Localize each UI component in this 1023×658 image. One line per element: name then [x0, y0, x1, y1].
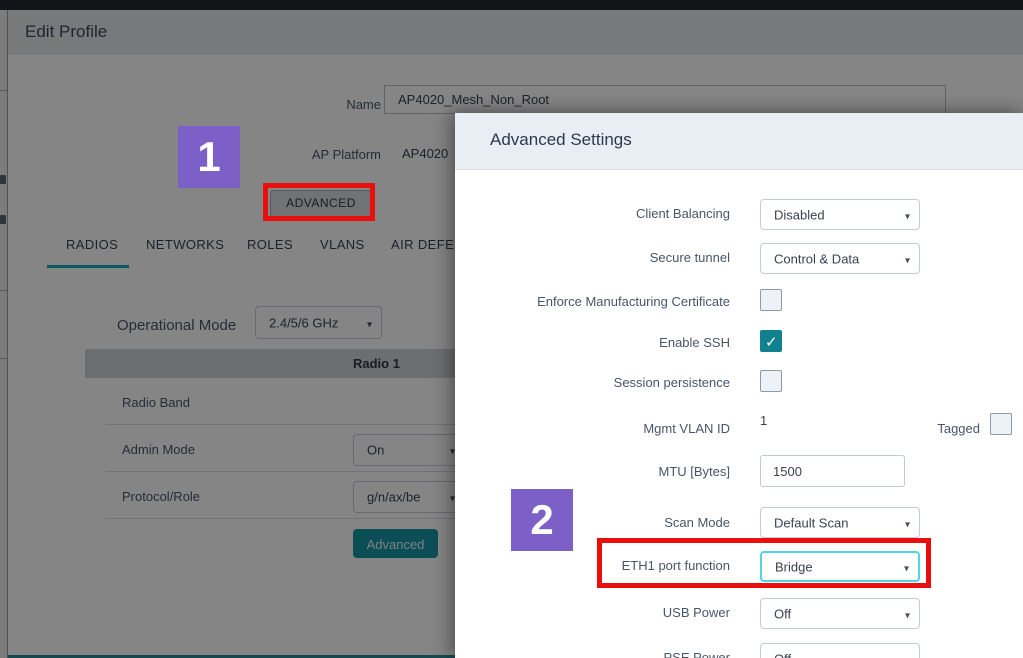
- mgmt-vlan-value: 1: [760, 413, 767, 428]
- chevron-down-icon: [905, 251, 910, 266]
- enforce-cert-label: Enforce Manufacturing Certificate: [537, 294, 730, 309]
- pse-power-select[interactable]: Off: [760, 643, 920, 658]
- mgmt-vlan-label: Mgmt VLAN ID: [643, 421, 730, 436]
- tagged-checkbox[interactable]: [990, 413, 1012, 435]
- enable-ssh-label: Enable SSH: [659, 335, 730, 350]
- chevron-down-icon: [905, 207, 910, 222]
- step-2-badge: 2: [511, 489, 573, 551]
- enforce-cert-checkbox[interactable]: [760, 289, 782, 311]
- step-1-badge: 1: [178, 126, 240, 188]
- mtu-label: MTU [Bytes]: [658, 464, 730, 479]
- screen: Edit Profile Name AP Platform AP4020 ADV…: [0, 0, 1023, 658]
- client-balancing-label: Client Balancing: [636, 206, 730, 221]
- usb-power-select[interactable]: Off: [760, 598, 920, 629]
- usb-power-value: Off: [774, 606, 791, 621]
- client-balancing-select[interactable]: Disabled: [760, 199, 920, 230]
- callout-box-eth1-port-function: [597, 538, 931, 588]
- callout-box-advanced-button: [263, 183, 375, 221]
- chevron-down-icon: [905, 606, 910, 621]
- mtu-input[interactable]: [760, 455, 905, 487]
- scan-mode-label: Scan Mode: [664, 515, 730, 530]
- session-persistence-checkbox[interactable]: [760, 370, 782, 392]
- chevron-down-icon: [905, 515, 910, 530]
- secure-tunnel-select[interactable]: Control & Data: [760, 243, 920, 274]
- enable-ssh-checkbox[interactable]: [760, 330, 782, 352]
- advanced-settings-title: Advanced Settings: [490, 130, 632, 150]
- secure-tunnel-label: Secure tunnel: [650, 250, 730, 265]
- pse-power-label: PSE Power: [664, 650, 730, 658]
- advanced-settings-header: Advanced Settings: [455, 113, 1023, 170]
- scan-mode-select[interactable]: Default Scan: [760, 507, 920, 538]
- usb-power-label: USB Power: [663, 605, 730, 620]
- session-persistence-label: Session persistence: [614, 375, 730, 390]
- pse-power-value: Off: [774, 651, 791, 658]
- client-balancing-value: Disabled: [774, 207, 825, 222]
- tagged-label: Tagged: [937, 421, 980, 436]
- scan-mode-value: Default Scan: [774, 515, 848, 530]
- secure-tunnel-value: Control & Data: [774, 251, 859, 266]
- chevron-down-icon: [905, 651, 910, 658]
